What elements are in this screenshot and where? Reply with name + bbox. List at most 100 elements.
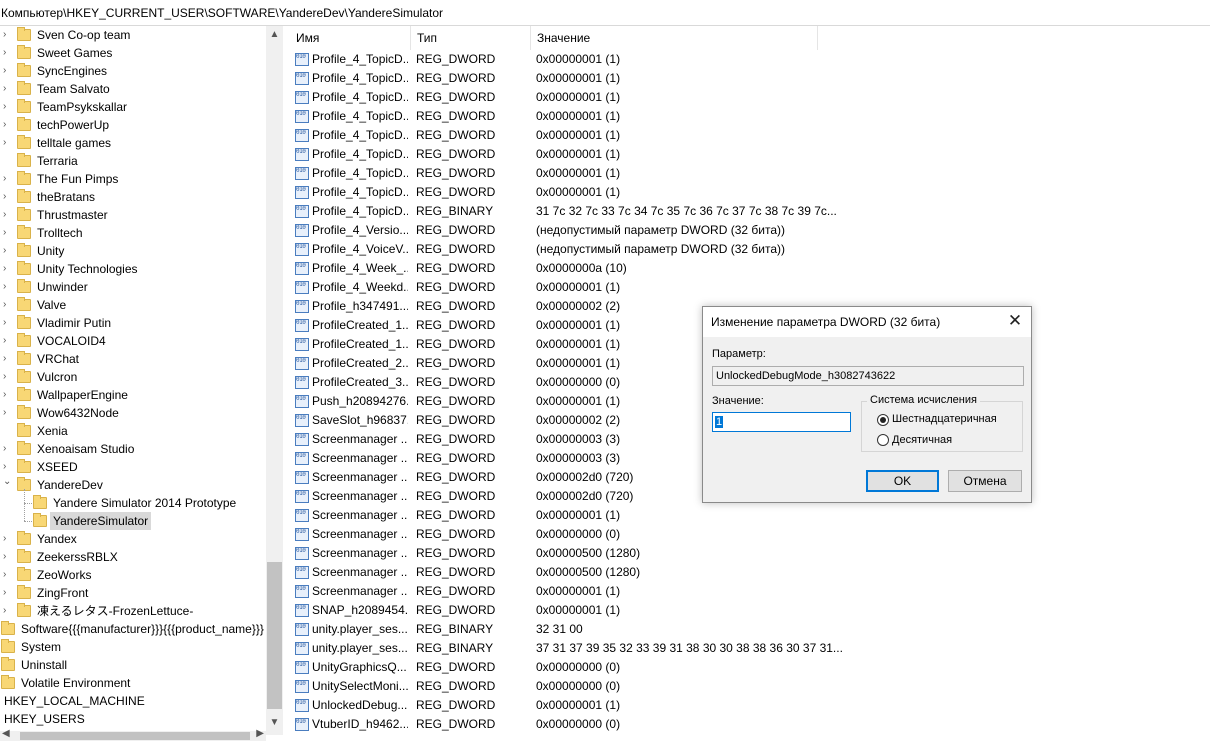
list-row[interactable]: 010 110UnitySelectMoni... REG_DWORD 0x0000… bbox=[290, 677, 1210, 696]
tree-item[interactable]: › WallpaperEngine bbox=[0, 386, 264, 404]
column-header-name[interactable]: Имя bbox=[290, 26, 411, 50]
tree-item[interactable]: › XSEED bbox=[0, 458, 264, 476]
tree-item[interactable]: › The Fun Pimps bbox=[0, 170, 264, 188]
tree-item[interactable]: › 凍えるレタス-FrozenLettuce- bbox=[0, 602, 264, 620]
chevron-right-icon[interactable]: › bbox=[3, 404, 11, 418]
scroll-up-icon[interactable]: ▲ bbox=[266, 26, 283, 43]
chevron-right-icon[interactable]: › bbox=[3, 98, 11, 112]
radio-dec-label[interactable]: Десятичная bbox=[892, 434, 952, 446]
chevron-right-icon[interactable]: › bbox=[3, 188, 11, 202]
tree-item[interactable]: › Sven Co-op team bbox=[0, 26, 264, 44]
tree-item[interactable]: › telltale games bbox=[0, 134, 264, 152]
tree-item[interactable]: › Trolltech bbox=[0, 224, 264, 242]
chevron-right-icon[interactable]: › bbox=[3, 548, 11, 562]
address-bar[interactable]: Компьютер\HKEY_CURRENT_USER\SOFTWARE\Yan… bbox=[0, 0, 1210, 26]
tree-item[interactable]: HKEY_LOCAL_MACHINE bbox=[0, 692, 264, 710]
tree-item[interactable]: ⌄ YandereDev bbox=[0, 476, 264, 494]
tree-item[interactable]: › Yandex bbox=[0, 530, 264, 548]
chevron-right-icon[interactable]: › bbox=[3, 296, 11, 310]
tree-item[interactable]: › techPowerUp bbox=[0, 116, 264, 134]
list-row[interactable]: 010 110Profile_4_TopicD... REG_DWORD 0x000… bbox=[290, 107, 1210, 126]
tree-item[interactable]: › Thrustmaster bbox=[0, 206, 264, 224]
scroll-right-icon[interactable]: ▶ bbox=[256, 728, 264, 739]
chevron-right-icon[interactable]: › bbox=[3, 584, 11, 598]
tree-item[interactable]: › VRChat bbox=[0, 350, 264, 368]
column-header-value[interactable]: Значение bbox=[531, 26, 818, 50]
tree-item[interactable]: › Unity Technologies bbox=[0, 260, 264, 278]
chevron-right-icon[interactable]: › bbox=[3, 80, 11, 94]
list-row[interactable]: 010 110Profile_4_TopicD... REG_DWORD 0x000… bbox=[290, 145, 1210, 164]
list-row[interactable]: 010 110unity.player_ses... REG_BINARY 37 3… bbox=[290, 639, 1210, 658]
radio-dec[interactable] bbox=[877, 434, 889, 446]
chevron-right-icon[interactable]: › bbox=[3, 368, 11, 382]
list-row[interactable]: 010 110Screenmanager ... REG_DWORD 0x00000… bbox=[290, 525, 1210, 544]
list-row[interactable]: 010 110Profile_4_TopicD... REG_DWORD 0x000… bbox=[290, 183, 1210, 202]
close-icon[interactable]: ✕ bbox=[1007, 312, 1023, 329]
list-row[interactable]: 010 110Screenmanager ... REG_DWORD 0x00000… bbox=[290, 582, 1210, 601]
tree-item[interactable]: › TeamPsykskallar bbox=[0, 98, 264, 116]
chevron-right-icon[interactable]: › bbox=[3, 332, 11, 346]
list-row[interactable]: 010 110UnlockedDebug... REG_DWORD 0x000000… bbox=[290, 696, 1210, 715]
tree-item[interactable]: › Team Salvato bbox=[0, 80, 264, 98]
list-row[interactable]: 010 110Screenmanager ... REG_DWORD 0x00000… bbox=[290, 563, 1210, 582]
tree-item[interactable]: › SyncEngines bbox=[0, 62, 264, 80]
tree-item[interactable]: HKEY_USERS bbox=[0, 710, 264, 728]
cancel-button[interactable]: Отмена bbox=[948, 470, 1022, 492]
tree-item[interactable]: › ZeoWorks bbox=[0, 566, 264, 584]
list-row[interactable]: 010 110unity.player_ses... REG_BINARY 32 3… bbox=[290, 620, 1210, 639]
value-input[interactable]: 1 bbox=[712, 412, 851, 432]
tree-item[interactable]: Yandere Simulator 2014 Prototype bbox=[0, 494, 264, 512]
tree-item[interactable]: › theBratans bbox=[0, 188, 264, 206]
chevron-down-icon[interactable]: ⌄ bbox=[3, 473, 11, 487]
chevron-right-icon[interactable]: › bbox=[3, 26, 11, 40]
column-header-type[interactable]: Тип bbox=[411, 26, 531, 50]
tree-hscroll-thumb[interactable] bbox=[20, 732, 250, 740]
chevron-right-icon[interactable]: › bbox=[3, 350, 11, 364]
chevron-right-icon[interactable]: › bbox=[3, 530, 11, 544]
tree-item[interactable]: ›System bbox=[0, 638, 264, 656]
tree-item[interactable]: › Vladimir Putin bbox=[0, 314, 264, 332]
tree-item[interactable]: Volatile Environment bbox=[0, 674, 264, 692]
ok-button[interactable]: OK bbox=[866, 470, 939, 492]
tree-item[interactable]: YandereSimulator bbox=[0, 512, 264, 530]
tree-item[interactable]: Software{{{manufacturer}}}{{{product_nam… bbox=[0, 620, 264, 638]
tree-item[interactable]: › VOCALOID4 bbox=[0, 332, 264, 350]
chevron-right-icon[interactable]: › bbox=[3, 116, 11, 130]
tree-item[interactable]: › Wow6432Node bbox=[0, 404, 264, 422]
tree-item[interactable]: › Xenoaisam Studio bbox=[0, 440, 264, 458]
tree-item[interactable]: Xenia bbox=[0, 422, 264, 440]
list-row[interactable]: 010 110SNAP_h2089454... REG_DWORD 0x000000… bbox=[290, 601, 1210, 620]
list-row[interactable]: 010 110Screenmanager ... REG_DWORD 0x00000… bbox=[290, 506, 1210, 525]
tree-vertical-scrollbar[interactable]: ▲ ▼ bbox=[266, 26, 283, 735]
scroll-down-icon[interactable]: ▼ bbox=[266, 714, 283, 731]
chevron-right-icon[interactable]: › bbox=[3, 170, 11, 184]
list-row[interactable]: 010 110Profile_4_Weekd... REG_DWORD 0x0000… bbox=[290, 278, 1210, 297]
scroll-left-icon[interactable]: ◀ bbox=[2, 728, 10, 739]
tree-item[interactable]: › Unwinder bbox=[0, 278, 264, 296]
chevron-right-icon[interactable]: › bbox=[3, 260, 11, 274]
list-row[interactable]: 010 110Profile_4_TopicD... REG_DWORD 0x000… bbox=[290, 164, 1210, 183]
chevron-right-icon[interactable]: › bbox=[3, 386, 11, 400]
chevron-right-icon[interactable]: › bbox=[3, 566, 11, 580]
list-row[interactable]: 010 110Profile_4_TopicD... REG_DWORD 0x000… bbox=[290, 69, 1210, 88]
tree-item[interactable]: › ZingFront bbox=[0, 584, 264, 602]
list-row[interactable]: 010 110Profile_4_TopicD... REG_DWORD 0x000… bbox=[290, 126, 1210, 145]
chevron-right-icon[interactable]: › bbox=[3, 440, 11, 454]
list-row[interactable]: 010 110VtuberID_h9462... REG_DWORD 0x00000… bbox=[290, 715, 1210, 734]
radio-hex-label[interactable]: Шестнадцатеричная bbox=[892, 413, 997, 425]
registry-tree[interactable]: ▲ ▼ ◀ ▶ › Sven Co-op team › Sweet Games › Syn… bbox=[0, 26, 285, 741]
tree-scroll-thumb[interactable] bbox=[267, 562, 282, 709]
chevron-right-icon[interactable]: › bbox=[3, 314, 11, 328]
list-row[interactable]: 010 110Profile_4_VoiceV... REG_DWORD (недо… bbox=[290, 240, 1210, 259]
chevron-right-icon[interactable]: › bbox=[3, 134, 11, 148]
tree-item[interactable]: › Unity bbox=[0, 242, 264, 260]
chevron-right-icon[interactable]: › bbox=[3, 242, 11, 256]
list-row[interactable]: 010 110Profile_4_TopicD... REG_DWORD 0x000… bbox=[290, 88, 1210, 107]
tree-item[interactable]: › Sweet Games bbox=[0, 44, 264, 62]
list-row[interactable]: 010 110Profile_4_TopicD... REG_BINARY 31 7… bbox=[290, 202, 1210, 221]
chevron-right-icon[interactable]: › bbox=[3, 602, 11, 616]
list-row[interactable]: 010 110Profile_4_Versio... REG_DWORD (недо… bbox=[290, 221, 1210, 240]
tree-horizontal-scrollbar[interactable]: ◀ ▶ bbox=[0, 728, 266, 741]
tree-item[interactable]: Uninstall bbox=[0, 656, 264, 674]
chevron-right-icon[interactable]: › bbox=[3, 278, 11, 292]
